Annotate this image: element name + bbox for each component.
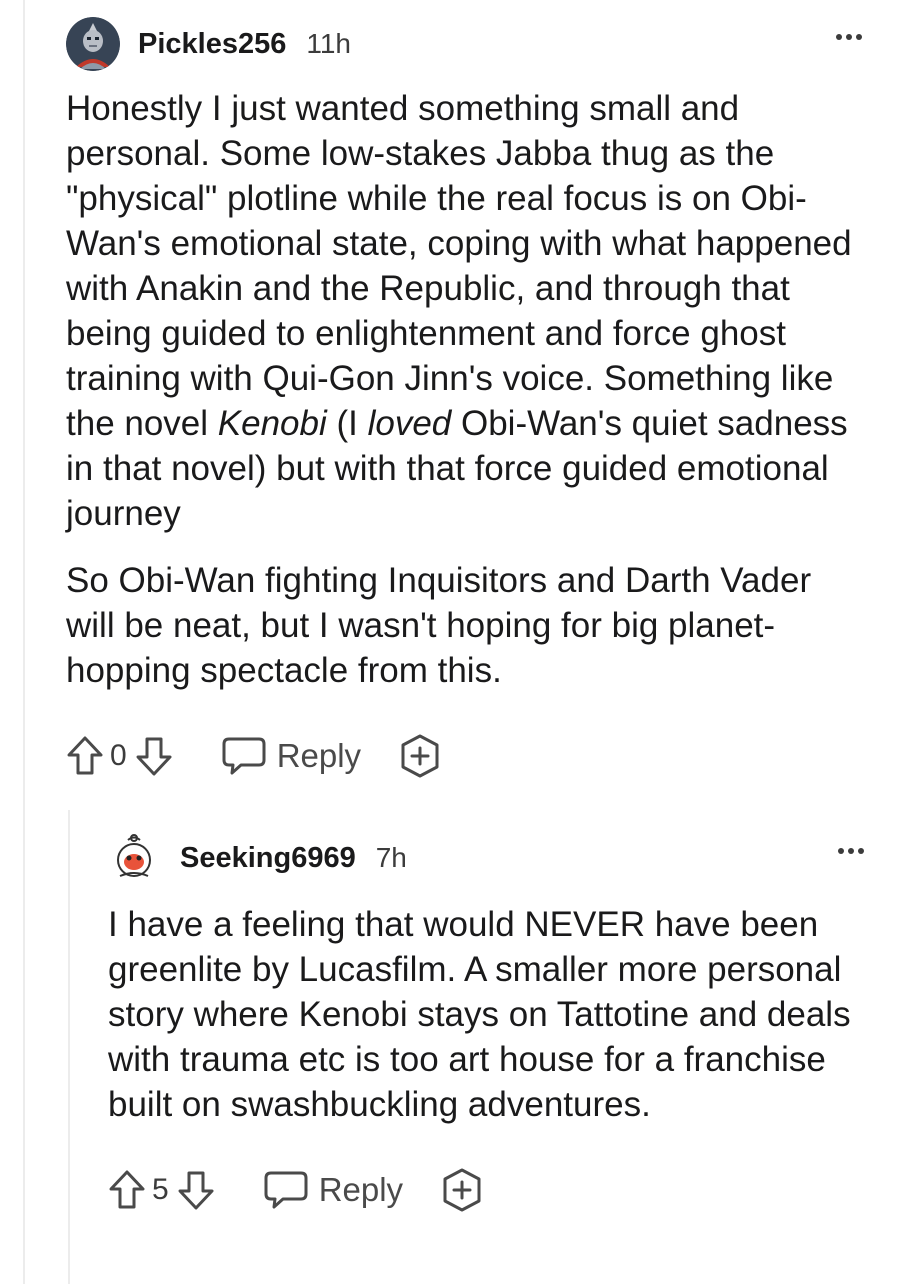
comment-paragraph: So Obi-Wan fighting Inquisitors and Dart… (66, 561, 812, 690)
vote-score: 0 (110, 739, 127, 772)
timestamp: 11h (306, 28, 351, 59)
reply-button[interactable]: Reply (263, 1170, 403, 1210)
username[interactable]: Seeking6969 (180, 842, 356, 875)
thread-line-nested (68, 810, 70, 1284)
avatar[interactable] (66, 17, 120, 71)
more-options-button[interactable] (832, 28, 866, 46)
downvote-icon[interactable] (177, 1169, 215, 1211)
comment-text: Honestly I just wanted something small a… (66, 89, 852, 443)
reply-label: Reply (318, 1171, 404, 1208)
downvote-icon[interactable] (135, 735, 173, 777)
comment-text: (I (326, 404, 368, 443)
reply-button[interactable]: Reply (221, 736, 361, 776)
more-options-button[interactable] (834, 842, 868, 860)
vote-score: 5 (152, 1173, 169, 1206)
speech-bubble-icon (264, 1171, 308, 1209)
comment-actions: 5 Reply (108, 1167, 868, 1213)
italic-text: loved (367, 404, 452, 443)
comment-header: Seeking6969 7h (108, 830, 868, 886)
comment-header: Pickles256 11h (66, 16, 866, 72)
comment-body: I have a feeling that would NEVER have b… (108, 905, 851, 1124)
comment-reply: Seeking6969 7h I have a feeling that wou… (108, 830, 868, 1213)
plus-circle-icon[interactable] (397, 733, 443, 779)
dot-icon (856, 34, 862, 40)
italic-text: Kenobi (217, 404, 327, 443)
dot-icon (838, 848, 844, 854)
comment-actions: 0 Reply (66, 733, 866, 779)
comment-body: Honestly I just wanted something small a… (66, 86, 866, 536)
dot-icon (858, 848, 864, 854)
upvote-icon[interactable] (108, 1169, 146, 1211)
timestamp: 7h (375, 842, 407, 873)
upvote-icon[interactable] (66, 735, 104, 777)
comment: Pickles256 11h Honestly I just wanted so… (66, 16, 866, 779)
dot-icon (846, 34, 852, 40)
thread-line (23, 0, 25, 1284)
reply-label: Reply (276, 737, 362, 774)
dot-icon (848, 848, 854, 854)
speech-bubble-icon (222, 737, 266, 775)
avatar[interactable] (108, 832, 160, 884)
plus-circle-icon[interactable] (439, 1167, 485, 1213)
username[interactable]: Pickles256 (138, 28, 286, 61)
dot-icon (836, 34, 842, 40)
